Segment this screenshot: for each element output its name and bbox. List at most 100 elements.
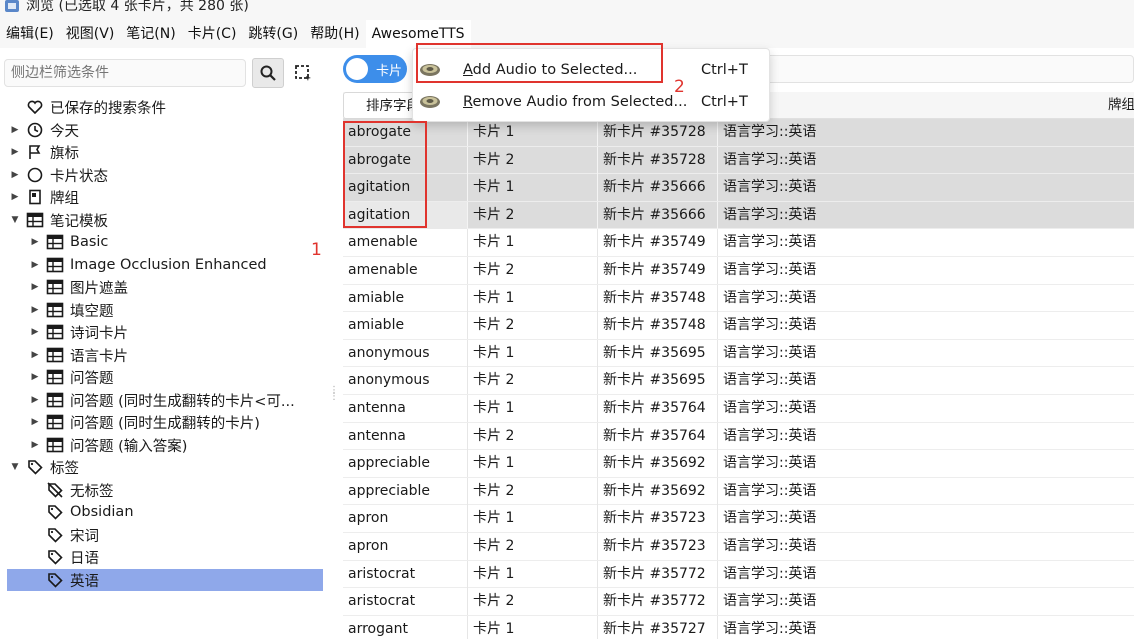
table-row[interactable]: amiable 卡片 2 新卡片 #35748 语言学习::英语 xyxy=(343,312,1134,340)
chevron-right-icon[interactable]: ▶ xyxy=(28,440,42,450)
chevron-right-icon[interactable]: ▶ xyxy=(8,170,22,180)
cell-sort-field: antenna xyxy=(343,422,468,450)
sidebar-item-label: 问答题 (同时生成翻转的卡片) xyxy=(70,415,260,432)
chevron-right-icon[interactable]: ▶ xyxy=(28,237,42,247)
shortcut-label: Ctrl+T xyxy=(701,94,748,110)
sidebar-item-20[interactable]: 日语 xyxy=(0,546,328,568)
table-row[interactable]: agitation 卡片 2 新卡片 #35666 语言学习::英语 xyxy=(343,201,1134,230)
cell-due: 新卡片 #35666 xyxy=(598,174,718,202)
column-header-deck[interactable]: 牌组 xyxy=(1108,92,1134,119)
sidebar-item-17[interactable]: 无标签 xyxy=(0,479,328,501)
table-row[interactable]: appreciable 卡片 1 新卡片 #35692 语言学习::英语 xyxy=(343,450,1134,478)
sidebar-item-14[interactable]: ▶ 问答题 (同时生成翻转的卡片) xyxy=(0,411,328,433)
table-row[interactable]: agitation 卡片 1 新卡片 #35666 语言学习::英语 xyxy=(343,174,1134,202)
sidebar-item-12[interactable]: ▶ 问答题 xyxy=(0,366,328,388)
chevron-right-icon[interactable]: ▶ xyxy=(8,147,22,157)
table-row[interactable]: antenna 卡片 1 新卡片 #35764 语言学习::英语 xyxy=(343,394,1134,423)
table-row[interactable]: amiable 卡片 1 新卡片 #35748 语言学习::英语 xyxy=(343,284,1134,313)
table-row[interactable]: aristocrat 卡片 2 新卡片 #35772 语言学习::英语 xyxy=(343,588,1134,616)
sidebar-item-label: 填空题 xyxy=(70,303,114,320)
sidebar-item-19[interactable]: 宋词 xyxy=(0,524,328,546)
cell-card: 卡片 1 xyxy=(468,174,598,202)
table-row[interactable]: abrogate 卡片 2 新卡片 #35728 语言学习::英语 xyxy=(343,146,1134,175)
cell-card: 卡片 1 xyxy=(468,119,598,146)
cell-deck: 语言学习::英语 xyxy=(723,179,817,196)
table-icon xyxy=(46,233,64,251)
sidebar-item-2[interactable]: ▶ 旗标 xyxy=(0,141,328,163)
tag-icon xyxy=(46,526,64,544)
sidebar-item-18[interactable]: Obsidian xyxy=(0,501,328,523)
chevron-down-icon[interactable]: ▼ xyxy=(8,215,22,225)
chevron-right-icon[interactable]: ▶ xyxy=(28,260,42,270)
sidebar-item-16[interactable]: ▼ 标签 xyxy=(0,456,328,478)
chevron-right-icon[interactable]: ▶ xyxy=(28,372,42,382)
sidebar-item-label: 语言卡片 xyxy=(70,348,128,365)
chevron-right-icon[interactable]: ▶ xyxy=(28,350,42,360)
cell-deck: 语言学习::英语 xyxy=(723,620,817,637)
sidebar-item-6[interactable]: ▶ Basic xyxy=(0,231,328,253)
chevron-right-icon[interactable]: ▶ xyxy=(28,305,42,315)
sidebar-item-21[interactable]: 英语 xyxy=(7,569,323,591)
cards-notes-toggle[interactable]: 卡片 xyxy=(343,55,407,83)
cell-sort-field: anonymous xyxy=(343,367,468,395)
menu-card[interactable]: 卡片(C) xyxy=(182,20,243,48)
menu-note[interactable]: 笔记(N) xyxy=(120,20,181,48)
sidebar-item-9[interactable]: ▶ 填空题 xyxy=(0,299,328,321)
sidebar-item-8[interactable]: ▶ 图片遮盖 xyxy=(0,276,328,298)
table-row[interactable]: arrogant 卡片 1 新卡片 #35727 语言学习::英语 xyxy=(343,615,1134,639)
area-select-button[interactable] xyxy=(290,60,316,86)
remove-audio-menu-item[interactable]: Remove Audio from Selected... Ctrl+T xyxy=(413,86,771,118)
chevron-right-icon[interactable]: ▶ xyxy=(28,417,42,427)
table-row[interactable]: anonymous 卡片 1 新卡片 #35695 语言学习::英语 xyxy=(343,339,1134,368)
sidebar-item-10[interactable]: ▶ 诗词卡片 xyxy=(0,321,328,343)
chevron-right-icon[interactable]: ▶ xyxy=(8,125,22,135)
table-icon xyxy=(46,368,64,386)
menu-goto[interactable]: 跳转(G) xyxy=(242,20,304,48)
cell-sort-field: apron xyxy=(343,505,468,533)
sidebar-item-5[interactable]: ▼ 笔记模板 xyxy=(0,209,328,231)
table-row[interactable]: anonymous 卡片 2 新卡片 #35695 语言学习::英语 xyxy=(343,367,1134,395)
sidebar-item-label: 旗标 xyxy=(50,145,79,162)
menu-edit[interactable]: 编辑(E) xyxy=(0,20,60,48)
chevron-right-icon[interactable]: ▶ xyxy=(8,192,22,202)
table-row[interactable]: apron 卡片 2 新卡片 #35723 语言学习::英语 xyxy=(343,532,1134,561)
cell-sort-field: appreciable xyxy=(343,450,468,478)
table-icon xyxy=(46,346,64,364)
sidebar-item-13[interactable]: ▶ 问答题 (同时生成翻转的卡片<可... xyxy=(0,389,328,411)
table-row[interactable]: abrogate 卡片 1 新卡片 #35728 语言学习::英语 xyxy=(343,119,1134,147)
cell-card: 卡片 1 xyxy=(468,450,598,478)
splitter-handle[interactable]: ⋮ ⋮ xyxy=(329,386,339,408)
cell-deck: 语言学习::英语 xyxy=(723,151,817,168)
sidebar-item-0[interactable]: 已保存的搜索条件 xyxy=(0,96,328,118)
search-icon xyxy=(260,65,276,81)
cell-due: 新卡片 #35764 xyxy=(598,394,718,422)
sidebar-item-label: 卡片状态 xyxy=(50,168,108,185)
menu-help[interactable]: 帮助(H) xyxy=(304,20,365,48)
table-row[interactable]: aristocrat 卡片 1 新卡片 #35772 语言学习::英语 xyxy=(343,560,1134,589)
sidebar-search-input[interactable] xyxy=(4,59,246,87)
table-row[interactable]: appreciable 卡片 2 新卡片 #35692 语言学习::英语 xyxy=(343,477,1134,506)
chevron-right-icon[interactable]: ▶ xyxy=(28,395,42,405)
sidebar-item-11[interactable]: ▶ 语言卡片 xyxy=(0,344,328,366)
menu-view[interactable]: 视图(V) xyxy=(60,20,121,48)
sidebar-item-15[interactable]: ▶ 问答题 (输入答案) xyxy=(0,434,328,456)
table-row[interactable]: amenable 卡片 2 新卡片 #35749 语言学习::英语 xyxy=(343,256,1134,285)
sidebar-item-3[interactable]: ▶ 卡片状态 xyxy=(0,164,328,186)
cell-due: 新卡片 #35749 xyxy=(598,256,718,284)
table-row[interactable]: amenable 卡片 1 新卡片 #35749 语言学习::英语 xyxy=(343,229,1134,257)
sidebar-item-label: 问答题 (输入答案) xyxy=(70,438,188,455)
sidebar-item-1[interactable]: ▶ 今天 xyxy=(0,119,328,141)
cell-deck: 语言学习::英语 xyxy=(723,261,817,278)
table-row[interactable]: antenna 卡片 2 新卡片 #35764 语言学习::英语 xyxy=(343,422,1134,451)
sidebar-item-4[interactable]: ▶ 牌组 xyxy=(0,186,328,208)
sidebar-item-7[interactable]: ▶ Image Occlusion Enhanced xyxy=(0,254,328,276)
sidebar-search-button[interactable] xyxy=(252,58,284,88)
cell-due: 新卡片 #35748 xyxy=(598,312,718,340)
flag-icon xyxy=(26,143,44,161)
cell-card: 卡片 2 xyxy=(468,367,598,395)
chevron-down-icon[interactable]: ▼ xyxy=(8,462,22,472)
chevron-right-icon[interactable]: ▶ xyxy=(28,327,42,337)
table-row[interactable]: apron 卡片 1 新卡片 #35723 语言学习::英语 xyxy=(343,505,1134,533)
chevron-right-icon[interactable]: ▶ xyxy=(28,282,42,292)
sidebar-item-label: 问答题 xyxy=(70,370,114,387)
